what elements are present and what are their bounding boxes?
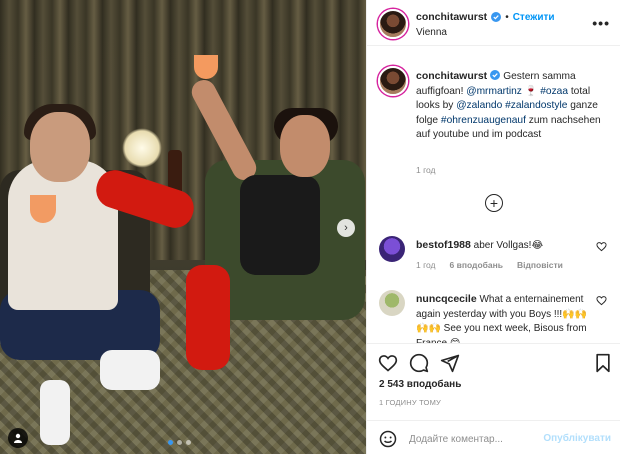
tagged-users-button[interactable] bbox=[8, 428, 28, 448]
bookmark-icon[interactable] bbox=[593, 353, 613, 373]
share-icon[interactable] bbox=[440, 353, 460, 373]
heart-outline-icon[interactable] bbox=[378, 353, 398, 373]
location-link[interactable]: Vienna bbox=[416, 27, 447, 38]
chevron-right-icon: › bbox=[344, 222, 348, 234]
carousel-indicator bbox=[168, 440, 191, 445]
person-right-body bbox=[240, 175, 320, 275]
avatar[interactable] bbox=[379, 236, 405, 262]
comment-text: bestof1988 aber Vollgas!😂 bbox=[416, 238, 588, 254]
post-timestamp[interactable]: 1 ГОДИНУ ТОМУ bbox=[379, 398, 441, 407]
carousel-dot bbox=[177, 440, 182, 445]
caption-timestamp: 1 год bbox=[416, 165, 436, 175]
comment-timestamp: 1 год bbox=[416, 260, 436, 270]
comment-icon[interactable] bbox=[409, 353, 429, 373]
comment-likes[interactable]: 6 вподобань bbox=[450, 260, 503, 270]
table-lamp bbox=[122, 128, 162, 168]
person-right-head bbox=[280, 115, 330, 177]
caption-text: conchitawurst Gestern samma auffigfoan! @… bbox=[416, 69, 606, 143]
avatar[interactable] bbox=[378, 9, 408, 39]
comment-body: aber Vollgas!😂 bbox=[470, 240, 544, 251]
post-sidebar: conchitawurst • Стежити Vienna ••• conch… bbox=[366, 0, 620, 454]
comment-username[interactable]: bestof1988 bbox=[416, 239, 471, 251]
header-username[interactable]: conchitawurst bbox=[416, 11, 487, 23]
add-comment-bar: Опублікувати bbox=[367, 420, 620, 454]
mention-link[interactable]: @mrmartinz bbox=[466, 86, 522, 97]
load-more-comments-button[interactable]: + bbox=[485, 194, 503, 212]
hashtag-link[interactable]: #zalandostyle bbox=[505, 100, 567, 111]
emoji-icon[interactable] bbox=[379, 430, 397, 448]
red-boot-lower bbox=[186, 265, 230, 370]
more-options-icon[interactable]: ••• bbox=[592, 15, 610, 31]
wine-emoji: 🍷 bbox=[524, 85, 538, 97]
comment-input[interactable] bbox=[409, 429, 549, 449]
verified-badge-icon bbox=[490, 70, 501, 80]
comment-text: nuncqcecile What a enternainement again … bbox=[416, 292, 588, 343]
carousel-next-button[interactable]: › bbox=[337, 219, 355, 237]
spritz-glass-right bbox=[194, 55, 218, 79]
post-photo[interactable]: › bbox=[0, 0, 366, 454]
separator-dot: • bbox=[505, 11, 509, 23]
verified-badge-icon bbox=[491, 12, 502, 22]
hashtag-link[interactable]: #ohrenzuaugenauf bbox=[441, 115, 526, 126]
carousel-dot bbox=[168, 440, 173, 445]
plus-icon: + bbox=[489, 195, 499, 211]
post-actions: 2 543 вподобань 1 ГОДИНУ ТОМУ Опублікува… bbox=[367, 343, 620, 454]
header-user-line: conchitawurst • Стежити bbox=[416, 11, 555, 23]
comments-section[interactable]: conchitawurst Gestern samma auffigfoan! @… bbox=[367, 47, 620, 343]
comment-username[interactable]: nuncqcecile bbox=[416, 293, 477, 305]
white-sneaker-left bbox=[40, 380, 70, 445]
post-header: conchitawurst • Стежити Vienna ••• bbox=[367, 0, 620, 46]
hashtag-link[interactable]: #ozaa bbox=[540, 86, 568, 97]
avatar[interactable] bbox=[379, 290, 405, 316]
avatar[interactable] bbox=[378, 66, 408, 96]
carousel-dot bbox=[186, 440, 191, 445]
follow-button[interactable]: Стежити bbox=[513, 12, 555, 23]
heart-outline-icon[interactable] bbox=[596, 241, 607, 252]
mention-link[interactable]: @zalando bbox=[456, 100, 502, 111]
person-left-head bbox=[30, 112, 90, 182]
comment-meta: 1 год 6 вподобань Відповісти bbox=[416, 260, 563, 270]
white-sneaker-right bbox=[100, 350, 160, 390]
heart-outline-icon[interactable] bbox=[596, 295, 607, 306]
user-icon bbox=[14, 433, 22, 443]
reply-button[interactable]: Відповісти bbox=[517, 260, 563, 270]
post-comment-button[interactable]: Опублікувати bbox=[543, 433, 611, 444]
spritz-glass-left bbox=[30, 195, 56, 223]
likes-count[interactable]: 2 543 вподобань bbox=[379, 379, 461, 390]
caption-username[interactable]: conchitawurst bbox=[416, 70, 487, 82]
